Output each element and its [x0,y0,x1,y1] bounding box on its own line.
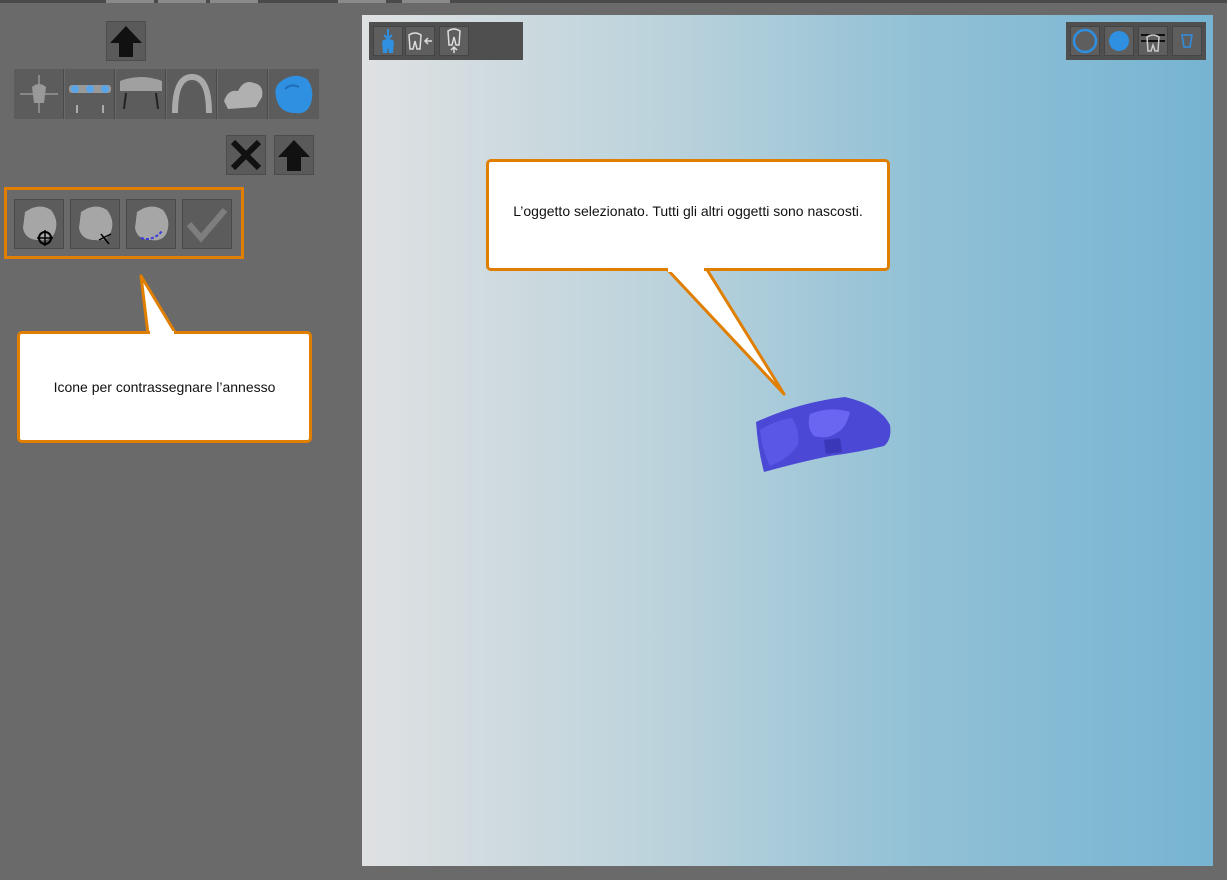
wizard-step-crowns[interactable] [218,69,268,119]
viewport-toolbar-right [1066,22,1206,60]
wizard-step-axes[interactable] [14,69,64,119]
filled-circle-icon [1109,31,1129,51]
tooth-arrow-left-icon [408,32,432,50]
ring-icon [1072,28,1098,54]
callout-attachment-icons-text: Icone per contrassegnare l’annesso [53,379,276,395]
callout-attachment-icons: Icone per contrassegnare l’annesso [17,331,312,443]
wizard-toolbar [14,69,320,119]
solid-toggle[interactable] [1104,26,1134,56]
callout-selected-object: L’oggetto selezionato. Tutti gli altri o… [486,159,890,271]
confirm-tool[interactable] [182,199,232,249]
wizard-step-bridge[interactable] [65,69,115,119]
view-from-bottom-button[interactable] [439,26,469,56]
attachment-model-icon [275,75,313,114]
tooth-down-icon [382,29,394,53]
clipping-plane-button[interactable] [1138,26,1168,56]
attachment-lasso-icon [135,206,169,241]
cup-icon [1181,34,1193,48]
arrow-up-icon [110,26,142,57]
wizard-step-abutments[interactable] [116,69,166,119]
wizard-step-arch[interactable] [167,69,217,119]
cancel-button[interactable] [226,135,266,175]
3d-viewport[interactable] [362,15,1213,866]
x-icon [230,139,262,171]
attachment-lasso-tool[interactable] [126,199,176,249]
abutments-icon [120,77,162,110]
view-from-top-button[interactable] [373,26,403,56]
tooth-up-icon [447,28,461,53]
up-button-secondary[interactable] [274,135,314,175]
arrow-up-icon [278,140,310,171]
top-strip [0,0,1227,3]
view-from-side-button[interactable] [405,26,435,56]
delete-button[interactable] [1172,26,1202,56]
attachment-move-icon [79,206,113,245]
confirm-check-icon [186,208,228,243]
attachment-move-tool[interactable] [70,199,120,249]
crowns-icon [224,82,263,109]
arch-icon [172,73,212,114]
attachment-target-icon [23,206,57,246]
bridge-icon [69,85,111,113]
axes-setup-icon [20,75,58,113]
up-button[interactable] [106,21,146,61]
wizard-step-attachment-model[interactable] [269,69,319,119]
attachment-target-tool[interactable] [14,199,64,249]
callout-selected-object-text: L’oggetto selezionato. Tutti gli altri o… [513,203,863,219]
wireframe-toggle[interactable] [1070,26,1100,56]
cross-section-icon [1141,34,1165,52]
viewport-toolbar-left [369,22,523,60]
